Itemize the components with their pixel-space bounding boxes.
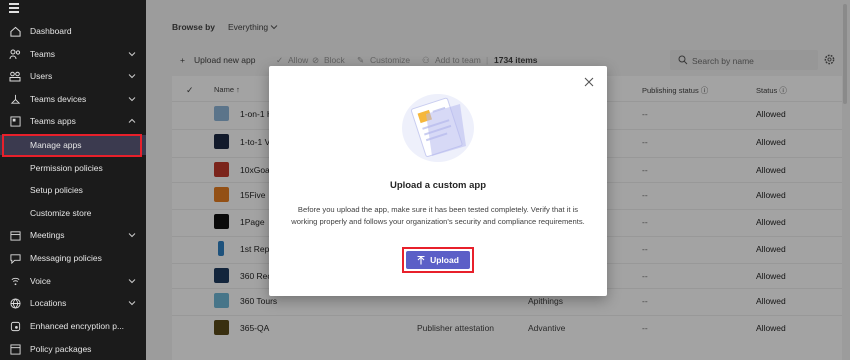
sidebar-item-label: Locations xyxy=(30,298,67,308)
sidebar-item-label: Messaging policies xyxy=(30,253,102,263)
sidebar-item-teams-apps[interactable]: Teams apps xyxy=(0,111,146,131)
home-icon xyxy=(9,25,21,37)
packages-icon xyxy=(9,343,21,355)
sidebar-item-dashboard[interactable]: Dashboard xyxy=(0,21,146,41)
sidebar-item-customize-store[interactable]: Customize store xyxy=(0,203,146,223)
users-icon xyxy=(9,70,21,82)
sidebar-item-label: Policy packages xyxy=(30,344,92,354)
chevron-up-icon xyxy=(128,118,136,123)
sidebar-item-policy-packages[interactable]: Policy packages xyxy=(0,339,146,359)
hamburger-menu-icon[interactable] xyxy=(9,3,19,13)
devices-icon xyxy=(9,93,21,105)
upload-arrow-icon xyxy=(417,255,425,264)
manage-apps-highlight xyxy=(2,134,142,157)
sidebar-item-label: Enhanced encryption p... xyxy=(30,321,125,331)
chevron-down-icon xyxy=(128,301,136,306)
sidebar-item-meetings[interactable]: Meetings xyxy=(0,225,146,245)
scrollbar[interactable] xyxy=(842,0,848,360)
chevron-down-icon xyxy=(128,97,136,102)
globe-icon xyxy=(9,297,21,309)
meetings-icon xyxy=(9,229,21,241)
messaging-icon xyxy=(9,252,21,264)
sidebar-item-label: Permission policies xyxy=(30,163,103,173)
chevron-down-icon xyxy=(128,233,136,238)
teams-icon xyxy=(9,48,21,60)
close-icon[interactable] xyxy=(584,77,594,87)
encryption-icon xyxy=(9,320,21,332)
sidebar-item-label: Setup policies xyxy=(30,185,83,195)
sidebar-item-voice[interactable]: Voice xyxy=(0,271,146,291)
sidebar-item-teams-devices[interactable]: Teams devices xyxy=(0,89,146,109)
voice-icon xyxy=(9,275,21,287)
chevron-down-icon xyxy=(128,74,136,79)
upload-button-label: Upload xyxy=(430,255,459,265)
sidebar-item-label: Voice xyxy=(30,276,51,286)
sidebar-item-label: Meetings xyxy=(30,230,65,240)
sidebar-item-label: Dashboard xyxy=(30,26,72,36)
sidebar-item-label: Teams apps xyxy=(30,116,76,126)
sidebar-item-label: Customize store xyxy=(30,208,92,218)
sidebar-item-label: Teams devices xyxy=(30,94,87,104)
sidebar-item-enhanced-encryption[interactable]: Enhanced encryption p... xyxy=(0,316,146,336)
sidebar-item-setup-policies[interactable]: Setup policies xyxy=(0,180,146,200)
dialog-description: Before you upload the app, make sure it … xyxy=(291,205,585,226)
apps-icon xyxy=(9,115,21,127)
upload-button[interactable]: Upload xyxy=(406,251,470,269)
sidebar: Dashboard Teams Users Teams devices Team… xyxy=(0,0,146,360)
sidebar-item-users[interactable]: Users xyxy=(0,66,146,86)
scroll-thumb[interactable] xyxy=(843,4,847,104)
document-illustration-icon xyxy=(402,94,474,162)
chevron-down-icon xyxy=(128,52,136,57)
upload-custom-app-dialog: Upload a custom app Before you upload th… xyxy=(269,66,607,296)
sidebar-item-permission-policies[interactable]: Permission policies xyxy=(0,158,146,178)
sidebar-item-teams[interactable]: Teams xyxy=(0,44,146,64)
sidebar-item-label: Users xyxy=(30,71,53,81)
dialog-title: Upload a custom app xyxy=(389,180,487,191)
chevron-down-icon xyxy=(128,279,136,284)
sidebar-item-locations[interactable]: Locations xyxy=(0,293,146,313)
sidebar-item-label: Teams xyxy=(30,49,56,59)
sidebar-item-messaging-policies[interactable]: Messaging policies xyxy=(0,248,146,268)
